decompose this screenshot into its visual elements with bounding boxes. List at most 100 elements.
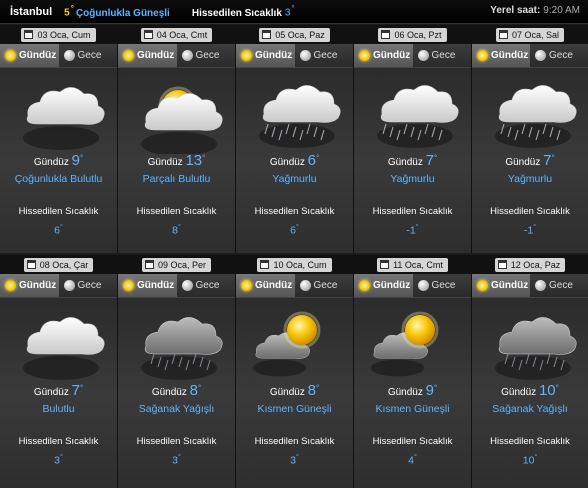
date-bar: 08 Oca, Çar [0,255,117,274]
temp-value: 13 [185,152,203,169]
condition-text: Bulutlu [42,403,75,415]
tab-night-label: Gece [313,280,338,291]
temp-value: 6 [307,152,316,169]
tab-day[interactable]: Gündüz [472,44,530,67]
tab-day-label: Gündüz [491,280,529,291]
tab-night[interactable]: Gece [294,274,353,297]
date-tag[interactable]: 07 Oca, Sal [495,27,565,42]
feels-like-label: Hissedilen Sıcaklık [372,206,453,217]
tab-day-label: Gündüz [255,50,293,61]
forecast-card: 05 Oca, Paz Gündüz Gece Gündüz 6° Yağmur… [236,25,354,253]
city-name[interactable]: İstanbul [10,6,52,18]
shower-cloud-icon [118,298,235,384]
date-tag[interactable]: 09 Oca, Per [141,257,212,272]
tab-day[interactable]: Gündüz [0,44,59,67]
moon-icon [63,280,75,291]
feels-like-label: Hissedilen Sıcaklık [136,206,217,217]
tab-day-label: Gündüz [373,50,411,61]
current-temp: 5° [64,4,74,19]
forecast-card: 08 Oca, Çar Gündüz Gece Gündüz 7° Bulutl… [0,255,118,488]
tab-night[interactable]: Gece [530,44,588,67]
day-label: Gündüz [505,157,541,168]
tab-night-label: Gece [77,280,102,291]
day-label: Gündüz [387,157,423,168]
date-tag[interactable]: 04 Oca, Cmt [140,27,213,42]
feels-like-value: 3° [290,454,299,467]
sun-icon [241,50,252,61]
tab-day[interactable]: Gündüz [354,44,413,67]
feels-like-value: 10° [522,454,538,467]
day-label: Gündüz [33,387,69,398]
rain-cloud-icon [472,68,588,154]
date-tag[interactable]: 12 Oca, Paz [494,257,566,272]
tab-night[interactable]: Gece [412,274,471,297]
sun-icon [5,280,16,291]
forecast-row-1: 03 Oca, Cum Gündüz Gece Gündüz 9° Çoğunl… [0,25,588,253]
day-temperature: Gündüz 9° [387,382,438,399]
day-temperature: Gündüz 7° [505,152,555,169]
condition-text: Çoğunlukla Bulutlu [14,173,103,185]
date-label: 11 Oca, Cmt [393,259,443,270]
temp-value: 9 [71,152,80,169]
date-label: 09 Oca, Per [157,259,207,270]
calendar-icon [143,30,153,39]
tab-day[interactable]: Gündüz [354,274,413,297]
moon-icon [417,50,429,61]
tab-day[interactable]: Gündüz [0,274,59,297]
tab-night-label: Gece [313,50,338,61]
tab-night[interactable]: Gece [176,44,235,67]
date-bar: 09 Oca, Per [118,255,235,274]
tab-day[interactable]: Gündüz [472,274,530,297]
condition-text: Parçalı Bulutlu [142,173,211,185]
tab-night[interactable]: Gece [294,44,353,67]
tab-day[interactable]: Gündüz [236,274,295,297]
feels-like-label: Hissedilen Sıcaklık [490,206,570,217]
tab-day-label: Gündüz [19,280,57,291]
calendar-icon [498,30,508,39]
tab-night-label: Gece [195,50,220,61]
day-temperature: Gündüz 8° [151,382,202,399]
sun-icon [477,280,488,291]
current-condition-text: Çoğunlukla Güneşli [75,7,170,19]
tab-day-label: Gündüz [255,280,293,291]
forecast-card: 04 Oca, Cmt Gündüz Gece Gündüz 13° Parça… [118,25,236,253]
date-tag[interactable]: 06 Oca, Pzt [378,27,447,42]
tab-night-label: Gece [431,50,456,61]
rain-cloud-icon [354,68,471,154]
date-bar: 12 Oca, Paz [472,255,588,274]
tab-night[interactable]: Gece [58,44,117,67]
day-label: Gündüz [387,387,423,398]
day-label: Gündüz [147,157,183,168]
date-label: 08 Oca, Çar [39,259,89,270]
temp-value: 7 [71,382,80,399]
moon-icon [535,50,546,61]
tab-night-label: Gece [549,50,573,61]
moon-icon [299,280,311,291]
date-tag[interactable]: 10 Oca, Cum [257,257,332,272]
date-tag[interactable]: 05 Oca, Paz [259,27,330,42]
tab-day[interactable]: Gündüz [118,44,177,67]
condition-text: Yağmurlu [507,173,553,185]
date-tag[interactable]: 03 Oca, Cum [21,27,96,42]
temp-value: 8 [307,382,316,399]
date-tag[interactable]: 08 Oca, Çar [23,257,94,272]
tab-night[interactable]: Gece [530,274,588,297]
feels-like-value: 6° [290,224,299,237]
tab-day[interactable]: Gündüz [118,274,177,297]
current-feels-like: Hissedilen Sıcaklık 3° [192,4,295,18]
date-bar: 07 Oca, Sal [472,25,588,44]
day-night-tabs: Gündüz Gece [236,44,353,68]
tab-night[interactable]: Gece [58,274,117,297]
local-time: Yerel saat: 9:20 AM [490,5,580,16]
tab-day[interactable]: Gündüz [236,44,295,67]
day-temperature: Gündüz 6° [269,152,320,169]
date-tag[interactable]: 11 Oca, Cmt [377,257,448,272]
tab-night[interactable]: Gece [176,274,235,297]
tab-night[interactable]: Gece [412,44,471,67]
forecast-row-2: 08 Oca, Çar Gündüz Gece Gündüz 7° Bulutl… [0,255,588,488]
day-temperature: Gündüz 13° [147,152,206,169]
sun-icon [359,50,370,61]
calendar-icon [497,260,507,269]
day-label: Gündüz [269,387,305,398]
tab-night-label: Gece [549,280,573,291]
